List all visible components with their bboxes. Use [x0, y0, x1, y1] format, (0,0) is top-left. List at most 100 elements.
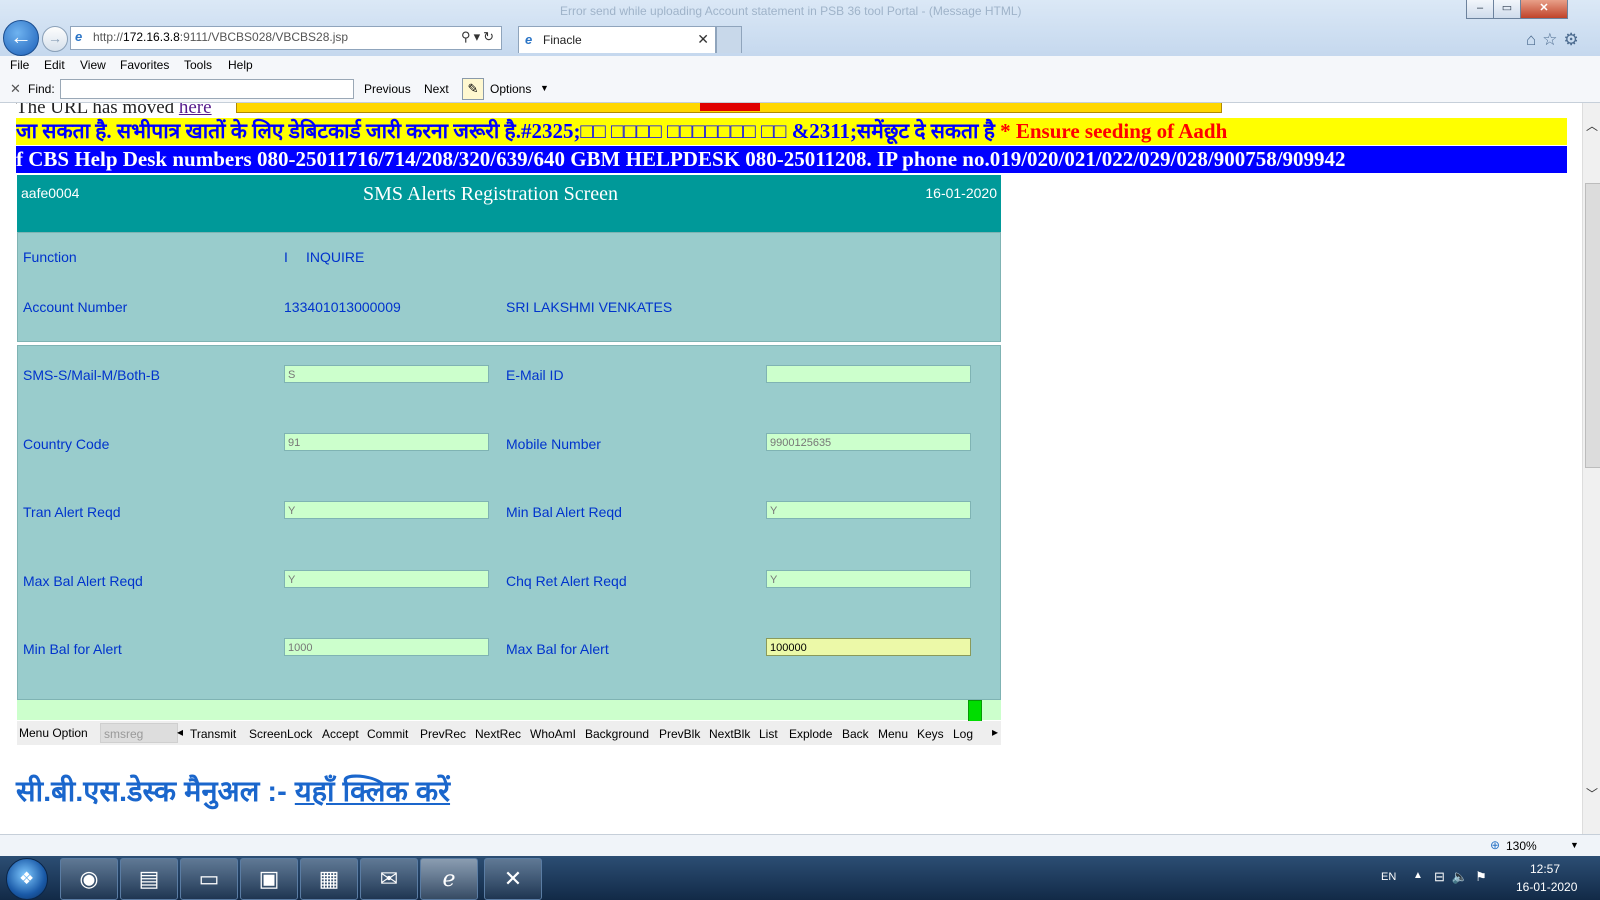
folder-taskbar-icon[interactable]: ▭ [180, 858, 238, 900]
whoami-button[interactable]: WhoAmI [530, 727, 576, 741]
chrome-taskbar-icon[interactable]: ◉ [60, 858, 118, 900]
maximize-button[interactable]: ▭ [1493, 0, 1521, 19]
scrollbar-thumb[interactable] [1585, 183, 1600, 468]
find-close-icon[interactable]: ✕ [10, 81, 21, 97]
tray-expand-icon[interactable]: ▲ [1413, 870, 1423, 881]
prevrec-button[interactable]: PrevRec [420, 727, 466, 741]
aadhaar-notice-text: * Ensure seeding of Aadh [994, 119, 1228, 143]
max-bal-alert-field[interactable]: Y [284, 570, 489, 588]
menu-favorites[interactable]: Favorites [120, 58, 169, 72]
tran-alert-field[interactable]: Y [284, 501, 489, 519]
chevron-down-icon[interactable]: ▼ [1570, 840, 1579, 850]
address-url[interactable]: http://172.16.3.8:9111/VBCBS028/VBCBS28.… [93, 30, 348, 44]
nextrec-button[interactable]: NextRec [475, 727, 521, 741]
home-icon[interactable]: ⌂ [1526, 30, 1542, 49]
new-tab-button[interactable] [716, 26, 742, 53]
forward-button[interactable]: → [42, 26, 68, 52]
min-bal-alert-field[interactable]: Y [766, 501, 971, 519]
network-icon[interactable]: ⊟ [1434, 869, 1452, 884]
find-options-button[interactable]: Options [490, 82, 531, 96]
highlight-pencil-icon[interactable]: ✎ [462, 78, 484, 100]
tab-finacle[interactable]: e Finacle ✕ [518, 26, 716, 53]
back-button[interactable]: ← [3, 20, 39, 56]
back-menu-button[interactable]: Back [842, 727, 869, 741]
find-label: Find: [28, 82, 55, 96]
explode-button[interactable]: Explode [789, 727, 832, 741]
nextblk-button[interactable]: NextBlk [709, 727, 750, 741]
zoom-icon[interactable]: ⊕ [1490, 838, 1500, 852]
tab-close-icon[interactable]: ✕ [697, 31, 709, 48]
volume-icon[interactable]: 🔈 [1452, 869, 1475, 884]
commit-button[interactable]: Commit [367, 727, 408, 741]
arrow-right-icon: → [48, 30, 62, 46]
sms-mode-field[interactable]: S [284, 365, 489, 383]
menu-option-input[interactable]: smsreg [100, 723, 178, 743]
menu-edit[interactable]: Edit [44, 58, 65, 72]
email-label: E-Mail ID [506, 367, 564, 383]
document-taskbar-icon[interactable]: ▤ [120, 858, 178, 900]
function-value: INQUIRE [306, 249, 365, 265]
find-previous-button[interactable]: Previous [364, 82, 411, 96]
window-title: Error send while uploading Account state… [560, 4, 1022, 18]
prevblk-button[interactable]: PrevBlk [659, 727, 700, 741]
background-button[interactable]: Background [585, 727, 649, 741]
scroll-left-icon[interactable]: ◂ [177, 725, 183, 739]
scroll-up-icon[interactable]: ︿ [1583, 117, 1600, 133]
scroll-right-icon[interactable]: ▸ [992, 725, 998, 739]
menu-tools[interactable]: Tools [184, 58, 212, 72]
action-center-flag-icon[interactable]: ⚑ [1475, 869, 1494, 884]
calculator-taskbar-icon[interactable]: ▦ [300, 858, 358, 900]
mobile-number-field[interactable]: 9900125635 [766, 433, 971, 451]
ie-page-icon: e [75, 29, 83, 44]
max-bal-for-alert-field[interactable]: 100000 [766, 638, 971, 656]
gear-icon[interactable]: ⚙ [1564, 30, 1585, 49]
country-code-field[interactable]: 91 [284, 433, 489, 451]
menu-help[interactable]: Help [228, 58, 253, 72]
window-taskbar-icon[interactable]: ▣ [240, 858, 298, 900]
address-bar[interactable]: e http://172.16.3.8:9111/VBCBS028/VBCBS2… [70, 26, 502, 50]
log-button[interactable]: Log [953, 727, 973, 741]
search-icon[interactable]: ⚲ [461, 29, 474, 44]
form-header: aafe0004 SMS Alerts Registration Screen … [17, 175, 1001, 232]
menu-button[interactable]: Menu [878, 727, 908, 741]
ie-taskbar-icon[interactable]: ℯ [420, 858, 478, 900]
find-input[interactable] [60, 79, 354, 99]
list-button[interactable]: List [759, 727, 778, 741]
tran-alert-label: Tran Alert Reqd [23, 504, 121, 520]
business-date: 16-01-2020 [925, 185, 997, 201]
language-indicator[interactable]: EN [1381, 871, 1396, 883]
favorites-star-icon[interactable]: ☆ [1542, 30, 1563, 49]
hindi-notice-marquee: जा सकता है. सभीपात्र खातों के लिए डेबिटक… [16, 118, 1567, 145]
vertical-scrollbar[interactable]: ︿ ﹀ [1582, 103, 1600, 834]
tray-icons: ⊟🔈⚑ [1434, 869, 1494, 885]
clock-date[interactable]: 16-01-2020 [1516, 880, 1577, 894]
chevron-down-icon[interactable]: ▼ [540, 83, 549, 93]
start-button[interactable]: ❖ [6, 858, 48, 900]
dropdown-icon[interactable]: ▾ [474, 29, 484, 44]
helpdesk-marquee: f CBS Help Desk numbers 080-25011716/714… [16, 146, 1567, 173]
url-moved-link[interactable]: here [179, 103, 212, 118]
browser-right-icons: ⌂☆⚙ [1526, 30, 1585, 50]
menu-view[interactable]: View [80, 58, 106, 72]
menu-option-bar: Menu Option smsreg ◂ Transmit ScreenLock… [17, 721, 1001, 745]
clock-time[interactable]: 12:57 [1530, 862, 1560, 876]
cbs-manual-link[interactable]: यहाँ क्लिक करें [295, 776, 450, 808]
scroll-down-icon[interactable]: ﹀ [1583, 785, 1600, 801]
chq-ret-alert-field[interactable]: Y [766, 570, 971, 588]
email-field[interactable] [766, 365, 971, 383]
min-bal-for-alert-field[interactable]: 1000 [284, 638, 489, 656]
keys-button[interactable]: Keys [917, 727, 944, 741]
excel-taskbar-icon[interactable]: ✕ [484, 858, 542, 900]
refresh-icon[interactable]: ↻ [483, 29, 497, 44]
mail-taskbar-icon[interactable]: ✉ [360, 858, 418, 900]
accept-button[interactable]: Accept [322, 727, 359, 741]
transmit-button[interactable]: Transmit [190, 727, 236, 741]
minimize-button[interactable]: ‒ [1466, 0, 1494, 19]
close-window-button[interactable]: ✕ [1520, 0, 1568, 19]
url-host: 172.16.3.8 [123, 30, 180, 44]
find-next-button[interactable]: Next [424, 82, 449, 96]
zoom-level[interactable]: 130% [1506, 839, 1537, 853]
menu-file[interactable]: File [10, 58, 29, 72]
function-label: Function [23, 249, 77, 265]
screenlock-button[interactable]: ScreenLock [249, 727, 312, 741]
